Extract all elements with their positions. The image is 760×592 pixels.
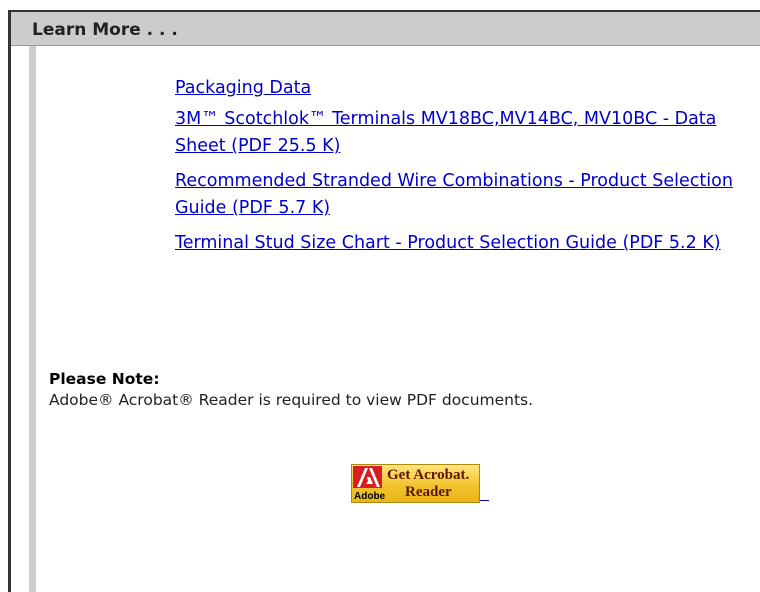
- document-links: Packaging Data 3M™ Scotchlok™ Terminals …: [175, 75, 735, 265]
- get-acrobat-reader-link[interactable]: Adobe Get Acrobat. Reader: [351, 464, 491, 504]
- badge-get-acrobat: Get Acrobat.: [387, 467, 470, 483]
- get-acrobat-reader-badge[interactable]: Adobe Get Acrobat. Reader: [351, 464, 480, 503]
- section-header: Learn More . . .: [11, 10, 760, 46]
- badge-reader: Reader: [405, 484, 452, 500]
- adobe-logo-icon: [353, 466, 382, 488]
- adobe-wordmark: Adobe: [354, 491, 386, 502]
- link-underline: [480, 500, 489, 501]
- stud-size-chart-link[interactable]: Terminal Stud Size Chart - Product Selec…: [175, 230, 721, 257]
- section-title: Learn More . . .: [32, 20, 178, 40]
- link-item: 3M™ Scotchlok™ Terminals MV18BC,MV14BC, …: [175, 106, 735, 160]
- link-item: Terminal Stud Size Chart - Product Selec…: [175, 230, 735, 257]
- pdf-note: Please Note: Adobe® Acrobat® Reader is r…: [49, 369, 749, 411]
- inner-border: [29, 46, 36, 592]
- learn-more-panel: Learn More . . . Packaging Data 3M™ Scot…: [0, 0, 760, 592]
- left-border: [8, 10, 11, 592]
- link-item: Packaging Data: [175, 75, 735, 102]
- link-item: Recommended Stranded Wire Combinations -…: [175, 168, 735, 222]
- note-title: Please Note:: [49, 370, 160, 388]
- wire-combinations-link[interactable]: Recommended Stranded Wire Combinations -…: [175, 168, 735, 222]
- packaging-data-link[interactable]: Packaging Data: [175, 75, 311, 102]
- note-text: Adobe® Acrobat® Reader is required to vi…: [49, 391, 534, 409]
- data-sheet-link[interactable]: 3M™ Scotchlok™ Terminals MV18BC,MV14BC, …: [175, 106, 735, 160]
